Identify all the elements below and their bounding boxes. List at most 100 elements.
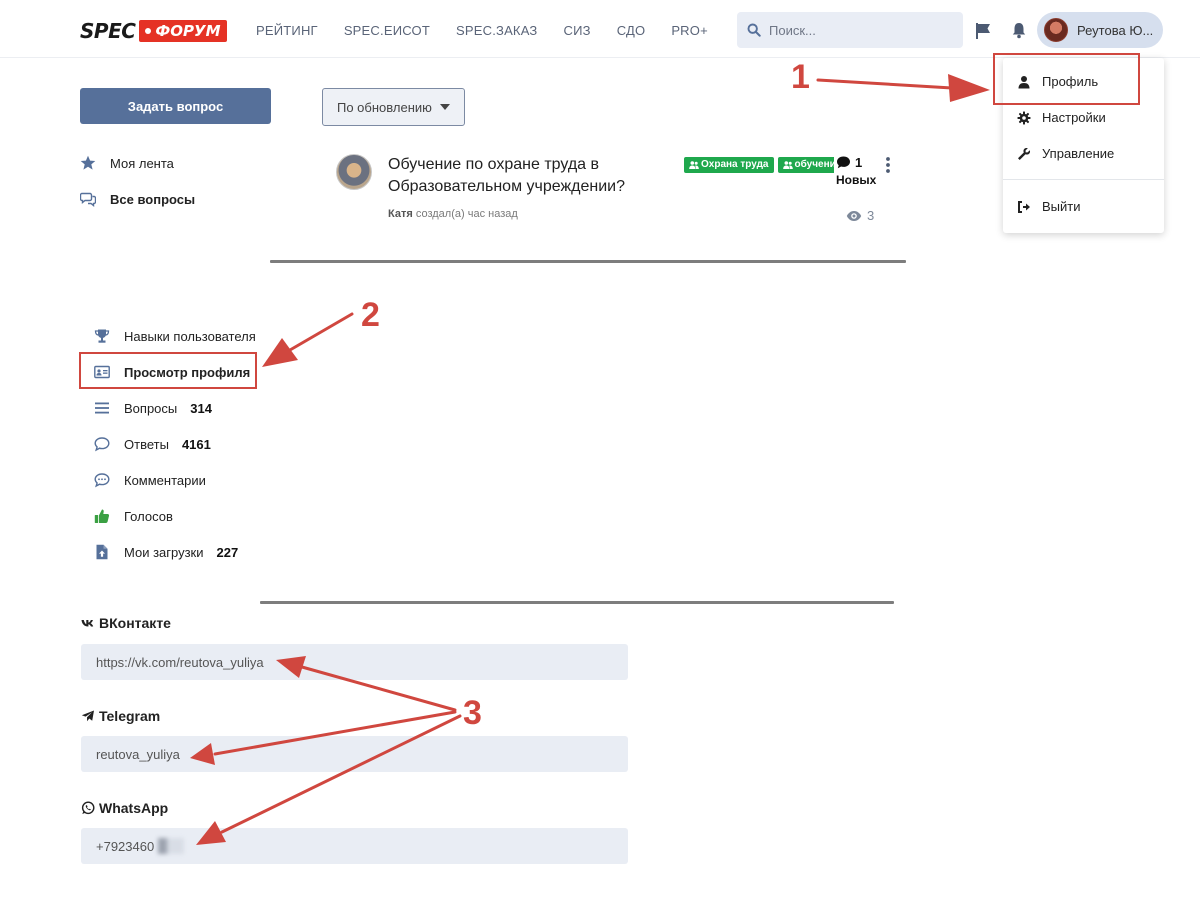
telegram-field[interactable]: [81, 736, 628, 772]
comments-new-label: Новых: [836, 173, 877, 187]
comments-counter[interactable]: 1: [836, 155, 862, 170]
nav-link-sdo[interactable]: СДО: [617, 23, 646, 38]
menu-item-settings[interactable]: Настройки: [1017, 110, 1106, 125]
profile-item-skills[interactable]: Навыки пользователя: [94, 328, 256, 344]
file-upload-icon: [96, 544, 108, 560]
question-time: создал(а) час назад: [415, 208, 518, 220]
question-author[interactable]: Катя: [388, 208, 413, 220]
menu-item-label: Настройки: [1042, 110, 1106, 125]
profile-item-label: Навыки пользователя: [124, 328, 256, 344]
annotation-number-3: 3: [463, 694, 482, 732]
bell-icon[interactable]: [1010, 21, 1028, 39]
main-nav: РЕЙТИНГ SPEC.ЕИСОТ SPEC.ЗАКАЗ СИЗ СДО PR…: [256, 23, 734, 38]
search-icon: [747, 23, 761, 37]
top-navbar: SPEC ФОРУМ РЕЙТИНГ SPEC.ЕИСОТ SPEC.ЗАКАЗ…: [0, 0, 1200, 58]
annotation-box-profile: [993, 53, 1140, 105]
wrench-icon: [1018, 147, 1031, 160]
profile-item-count: 4161: [181, 436, 211, 452]
user-menu-toggle[interactable]: Реутова Ю...: [1037, 12, 1163, 48]
tag-label: обучение: [794, 159, 835, 170]
telegram-label: Telegram: [81, 708, 160, 724]
redaction-blur: [158, 838, 184, 854]
sidebar-item-label: Моя лента: [110, 155, 174, 171]
profile-item-label: Комментарии: [124, 472, 206, 488]
tag-badge[interactable]: Охрана труда: [684, 157, 774, 173]
list-icon: [95, 402, 109, 414]
vk-icon: [81, 620, 94, 627]
tag-label: Охрана труда: [701, 159, 769, 170]
whatsapp-label-text: WhatsApp: [99, 800, 169, 816]
caret-down-icon: [439, 104, 450, 110]
sidebar-item-label: Все вопросы: [110, 191, 196, 207]
annotation-arrowhead-2: [262, 338, 298, 367]
flag-icon[interactable]: [974, 22, 992, 40]
annotation-arrowhead-1: [948, 74, 990, 102]
search-box: [737, 12, 963, 48]
telegram-label-text: Telegram: [99, 708, 161, 724]
vk-field[interactable]: [81, 644, 628, 680]
nav-link-siz[interactable]: СИЗ: [564, 23, 591, 38]
eye-icon: [846, 210, 862, 221]
nav-link-eisot[interactable]: SPEC.ЕИСОТ: [344, 23, 430, 38]
logo-forum-text: ФОРУМ: [139, 20, 227, 42]
views-counter: 3: [846, 208, 874, 223]
question-title[interactable]: Обучение по охране труда в Образовательн…: [388, 154, 668, 198]
more-vertical-icon[interactable]: [884, 156, 892, 174]
vk-label: ВКонтакте: [81, 615, 171, 631]
profile-item-count: 227: [216, 544, 239, 560]
ask-question-button[interactable]: Задать вопрос: [80, 88, 271, 124]
annotation-box-view-profile: [79, 352, 257, 389]
menu-divider: [1003, 179, 1164, 180]
nav-link-pro[interactable]: PRO+: [671, 23, 708, 38]
star-icon: [80, 155, 96, 170]
comment-icon: [94, 437, 110, 452]
question-tags: Охрана труда обучение: [684, 157, 834, 173]
profile-item-votes[interactable]: Голосов: [94, 508, 173, 524]
question-author-avatar[interactable]: [336, 154, 372, 190]
section-divider: [260, 601, 894, 604]
comment-icon: [837, 156, 850, 169]
menu-item-logout[interactable]: Выйти: [1017, 199, 1081, 214]
section-divider: [270, 260, 906, 263]
whatsapp-icon: [81, 801, 95, 815]
sort-label: По обновлению: [337, 99, 432, 115]
user-name: Реутова Ю...: [1077, 22, 1154, 38]
gear-icon: [1017, 111, 1031, 124]
avatar: [1044, 18, 1068, 42]
comments-count: 1: [855, 155, 863, 170]
annotation-number-2: 2: [361, 296, 380, 334]
annotation-arrow-2: [288, 312, 354, 352]
logo-spec-text: SPEC: [80, 19, 136, 43]
menu-item-label: Управление: [1042, 146, 1115, 161]
users-icon: [689, 161, 699, 169]
question-meta: Катя создал(а) час назад: [388, 208, 518, 220]
profile-item-uploads[interactable]: Мои загрузки 227: [94, 544, 238, 560]
profile-item-label: Голосов: [124, 508, 173, 524]
chat-bubbles-icon: [80, 192, 96, 207]
profile-item-count: 314: [190, 400, 212, 416]
profile-item-comments[interactable]: Комментарии: [94, 472, 206, 488]
comment-dots-icon: [94, 473, 110, 488]
profile-item-label: Мои загрузки: [124, 544, 204, 560]
thumbs-up-icon: [94, 509, 110, 523]
users-icon: [782, 161, 793, 169]
annotation-arrow-3c: [220, 714, 462, 834]
nav-link-rating[interactable]: РЕЙТИНГ: [256, 23, 318, 38]
profile-item-label: Вопросы: [124, 400, 178, 416]
profile-item-label: Ответы: [124, 436, 169, 452]
sort-dropdown[interactable]: По обновлению: [322, 88, 465, 126]
whatsapp-label: WhatsApp: [81, 800, 168, 816]
profile-item-answers[interactable]: Ответы 4161: [94, 436, 211, 452]
search-input[interactable]: [769, 22, 949, 38]
sidebar-item-feed[interactable]: Моя лента: [80, 155, 174, 171]
menu-item-label: Выйти: [1042, 199, 1081, 214]
tag-badge[interactable]: обучение: [777, 157, 835, 173]
trophy-icon: [94, 329, 110, 343]
telegram-icon: [81, 710, 94, 722]
profile-item-questions[interactable]: Вопросы 314: [94, 400, 212, 416]
menu-item-manage[interactable]: Управление: [1017, 146, 1114, 161]
site-logo[interactable]: SPEC ФОРУМ: [80, 19, 227, 43]
nav-link-zakaz[interactable]: SPEC.ЗАКАЗ: [456, 23, 538, 38]
vk-label-text: ВКонтакте: [99, 615, 171, 631]
sidebar-item-all-questions[interactable]: Все вопросы: [80, 191, 195, 207]
